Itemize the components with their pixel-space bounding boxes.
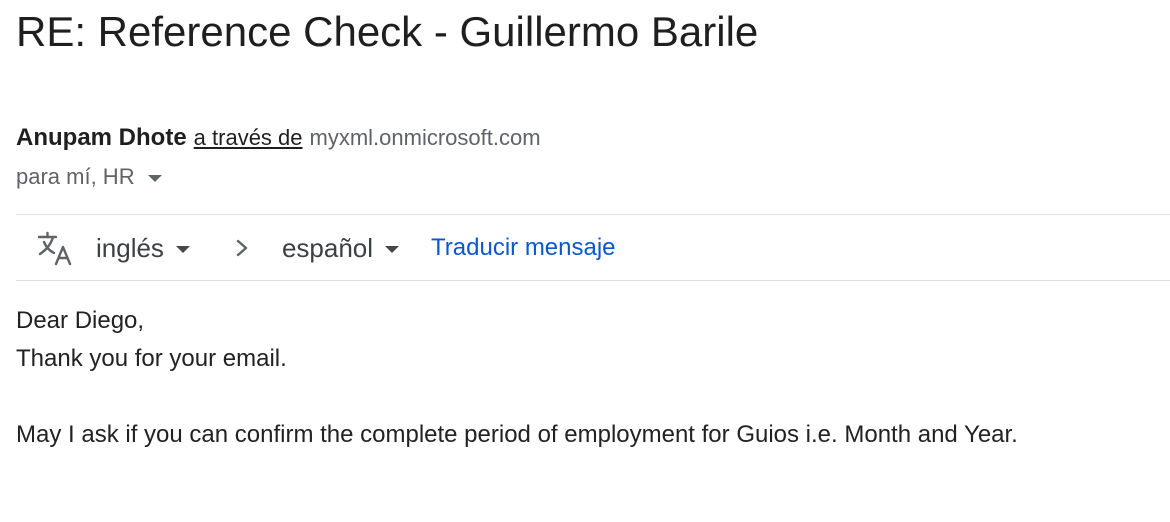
chevron-down-icon xyxy=(385,245,400,253)
source-language-label: inglés xyxy=(96,232,164,263)
source-language-select[interactable]: inglés xyxy=(96,233,190,264)
divider xyxy=(16,214,1170,215)
chevron-down-icon[interactable] xyxy=(147,174,162,182)
sender-info: Anupam Dhote a través de myxml.onmicroso… xyxy=(16,124,541,152)
message-line: Dear Diego, xyxy=(16,307,145,334)
message-body: Dear Diego, Thank you for your email. Ma… xyxy=(16,302,1018,454)
target-language-label: español xyxy=(281,232,374,263)
message-line: Thank you for your email. xyxy=(16,345,287,372)
recipients-label: para mí, HR xyxy=(16,164,135,189)
sender-name[interactable]: Anupam Dhote xyxy=(16,124,187,152)
translate-icon xyxy=(37,231,72,266)
translate-bar: inglés español Traducir mensaje xyxy=(36,226,616,270)
target-language-select[interactable]: español xyxy=(281,232,400,264)
via-link[interactable]: a través de xyxy=(194,125,303,151)
divider xyxy=(16,280,1170,281)
chevron-right-icon xyxy=(236,239,248,257)
email-subject: RE: Reference Check - Guillermo Barile xyxy=(16,8,759,55)
message-blank-line xyxy=(16,378,1018,416)
sender-domain: myxml.onmicrosoft.com xyxy=(309,125,541,150)
translate-message-link[interactable]: Traducir mensaje xyxy=(431,234,616,262)
message-line: May I ask if you can confirm the complet… xyxy=(16,421,1018,448)
recipients-dropdown[interactable]: para mí, HR xyxy=(16,164,162,190)
chevron-down-icon xyxy=(175,245,190,253)
